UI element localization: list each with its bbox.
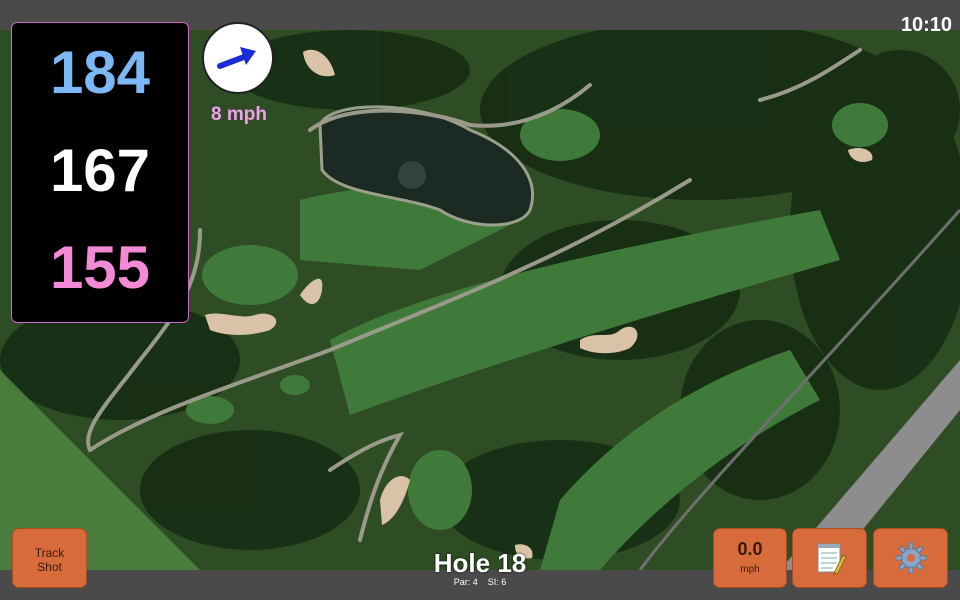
si-label: SI: 6	[487, 577, 507, 587]
notepad-icon	[817, 543, 847, 575]
wind-readout-button[interactable]: 0.0 mph	[713, 528, 787, 588]
wind-indicator	[202, 22, 274, 94]
gear-icon	[895, 542, 926, 574]
wind-readout-unit: mph	[740, 564, 760, 575]
middle-distance: 167	[49, 137, 151, 204]
wind-arrow-icon	[217, 47, 256, 69]
track-shot-label-line2: Shot	[37, 560, 62, 574]
track-shot-button[interactable]: Track Shot	[12, 528, 87, 588]
back-distance: 184	[49, 39, 151, 106]
track-shot-label-line1: Track	[34, 546, 65, 560]
front-distance: 155	[49, 234, 151, 301]
hole-title: Hole 18	[433, 548, 527, 578]
clock: 10:10	[900, 14, 952, 36]
hole-details: Par: 4 SI: 6	[380, 577, 580, 587]
settings-button[interactable]	[873, 528, 948, 588]
par-label: Par: 4	[453, 577, 478, 587]
wind-speed-label: 8 mph	[211, 104, 267, 125]
yardage-panel: 184 167 155	[11, 22, 189, 323]
notes-button[interactable]	[792, 528, 867, 588]
wind-readout-value: 0.0	[737, 539, 763, 559]
